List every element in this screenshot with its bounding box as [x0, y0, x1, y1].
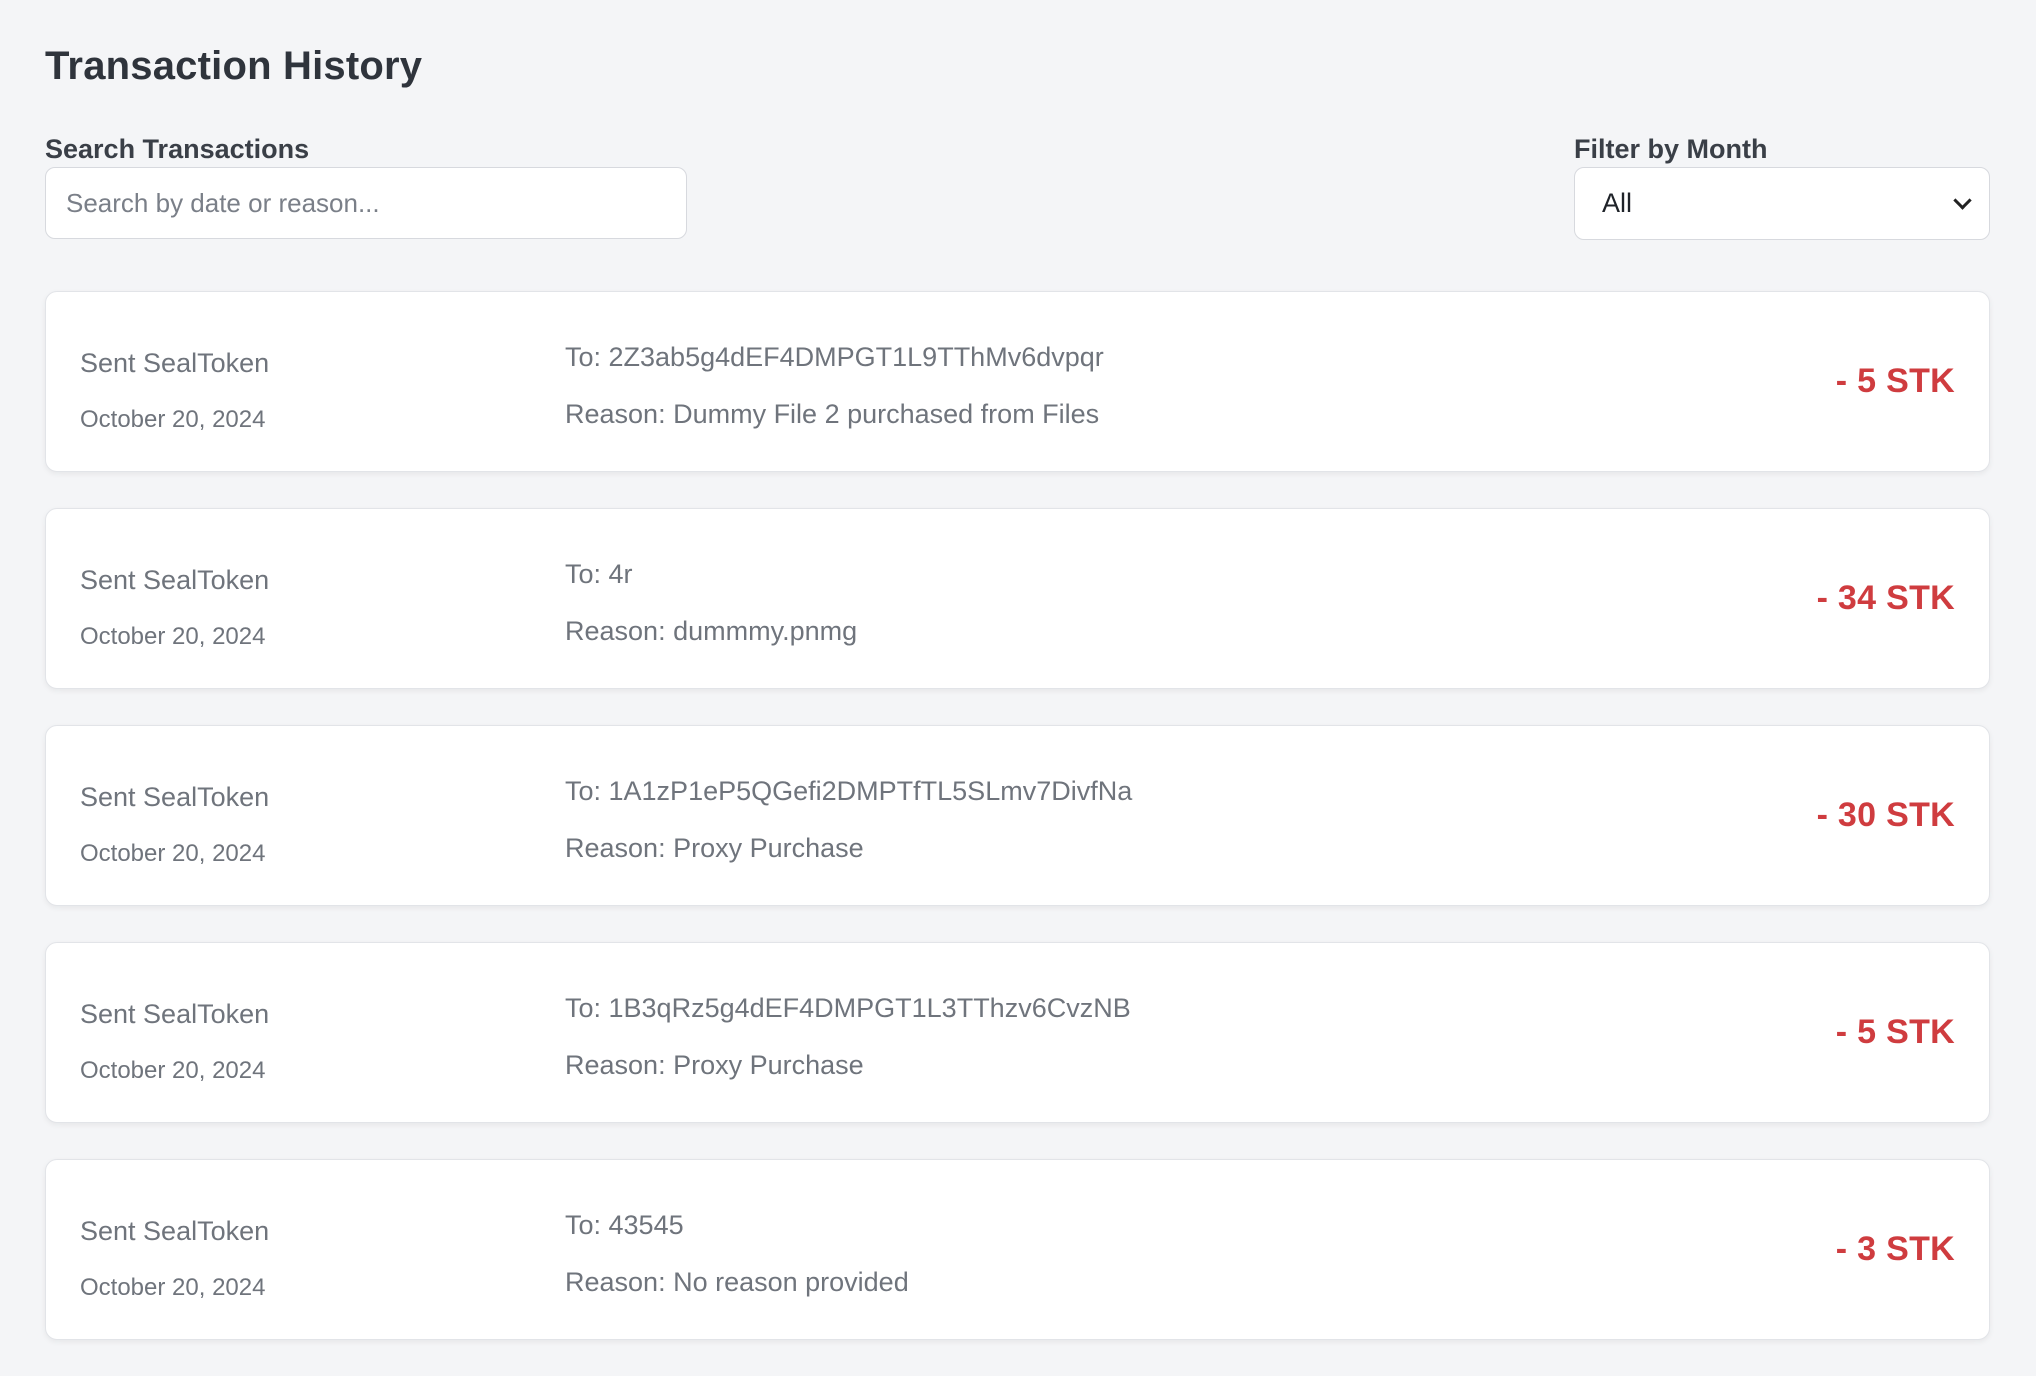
- transaction-type: Sent SealToken: [80, 782, 270, 812]
- transaction-reason: Reason: No reason provided: [565, 1267, 909, 1297]
- transaction-date: October 20, 2024: [80, 1274, 266, 1301]
- month-filter-select[interactable]: All: [1574, 167, 1990, 240]
- transaction-recipient: To: 43545: [565, 1210, 684, 1240]
- transaction-reason: Reason: Proxy Purchase: [565, 833, 864, 863]
- transaction-type: Sent SealToken: [80, 348, 270, 378]
- transaction-date: October 20, 2024: [80, 623, 266, 650]
- transaction-card: Sent SealToken October 20, 2024 To: 4354…: [45, 1159, 1990, 1340]
- transaction-amount: - 30 STK: [1816, 796, 1955, 834]
- transaction-date: October 20, 2024: [80, 840, 266, 867]
- month-filter-value: All: [1602, 188, 1633, 218]
- transaction-amount: - 5 STK: [1835, 362, 1955, 400]
- transaction-card: Sent SealToken October 20, 2024 To: 1B3q…: [45, 942, 1990, 1123]
- transaction-list: Sent SealToken October 20, 2024 To: 2Z3a…: [45, 291, 1990, 1376]
- transaction-recipient: To: 1A1zP1eP5QGefi2DMPTfTL5SLmv7DivfNa: [565, 776, 1133, 806]
- transaction-history-page: Transaction History Search Transactions …: [0, 0, 2036, 1362]
- transaction-type: Sent SealToken: [80, 999, 270, 1029]
- transaction-amount: - 3 STK: [1835, 1230, 1955, 1268]
- transaction-amount: - 34 STK: [1816, 579, 1955, 617]
- chevron-down-icon: [1953, 191, 1972, 210]
- transaction-recipient: To: 4r: [565, 559, 633, 589]
- transaction-reason: Reason: Proxy Purchase: [565, 1050, 864, 1080]
- search-label: Search Transactions: [45, 134, 310, 164]
- transaction-amount: - 5 STK: [1835, 1013, 1955, 1051]
- transaction-card: Sent SealToken October 20, 2024 To: 2Z3a…: [45, 291, 1990, 472]
- transaction-type: Sent SealToken: [80, 565, 270, 595]
- transaction-card: Sent SealToken October 20, 2024 To: 1A1z…: [45, 725, 1990, 906]
- search-input[interactable]: [45, 167, 687, 239]
- transaction-date: October 20, 2024: [80, 406, 266, 433]
- month-filter-label: Filter by Month: [1574, 134, 1768, 164]
- transaction-card: Sent SealToken October 20, 2024 To: 4r R…: [45, 508, 1990, 689]
- transaction-recipient: To: 2Z3ab5g4dEF4DMPGT1L9TThMv6dvpqr: [565, 342, 1104, 372]
- transaction-type: Sent SealToken: [80, 1216, 270, 1246]
- transaction-reason: Reason: Dummy File 2 purchased from File…: [565, 399, 1100, 429]
- transaction-date: October 20, 2024: [80, 1057, 266, 1084]
- page-title: Transaction History: [45, 44, 423, 88]
- transaction-reason: Reason: dummmy.pnmg: [565, 616, 858, 646]
- transaction-recipient: To: 1B3qRz5g4dEF4DMPGT1L3TThzv6CvzNB: [565, 993, 1131, 1023]
